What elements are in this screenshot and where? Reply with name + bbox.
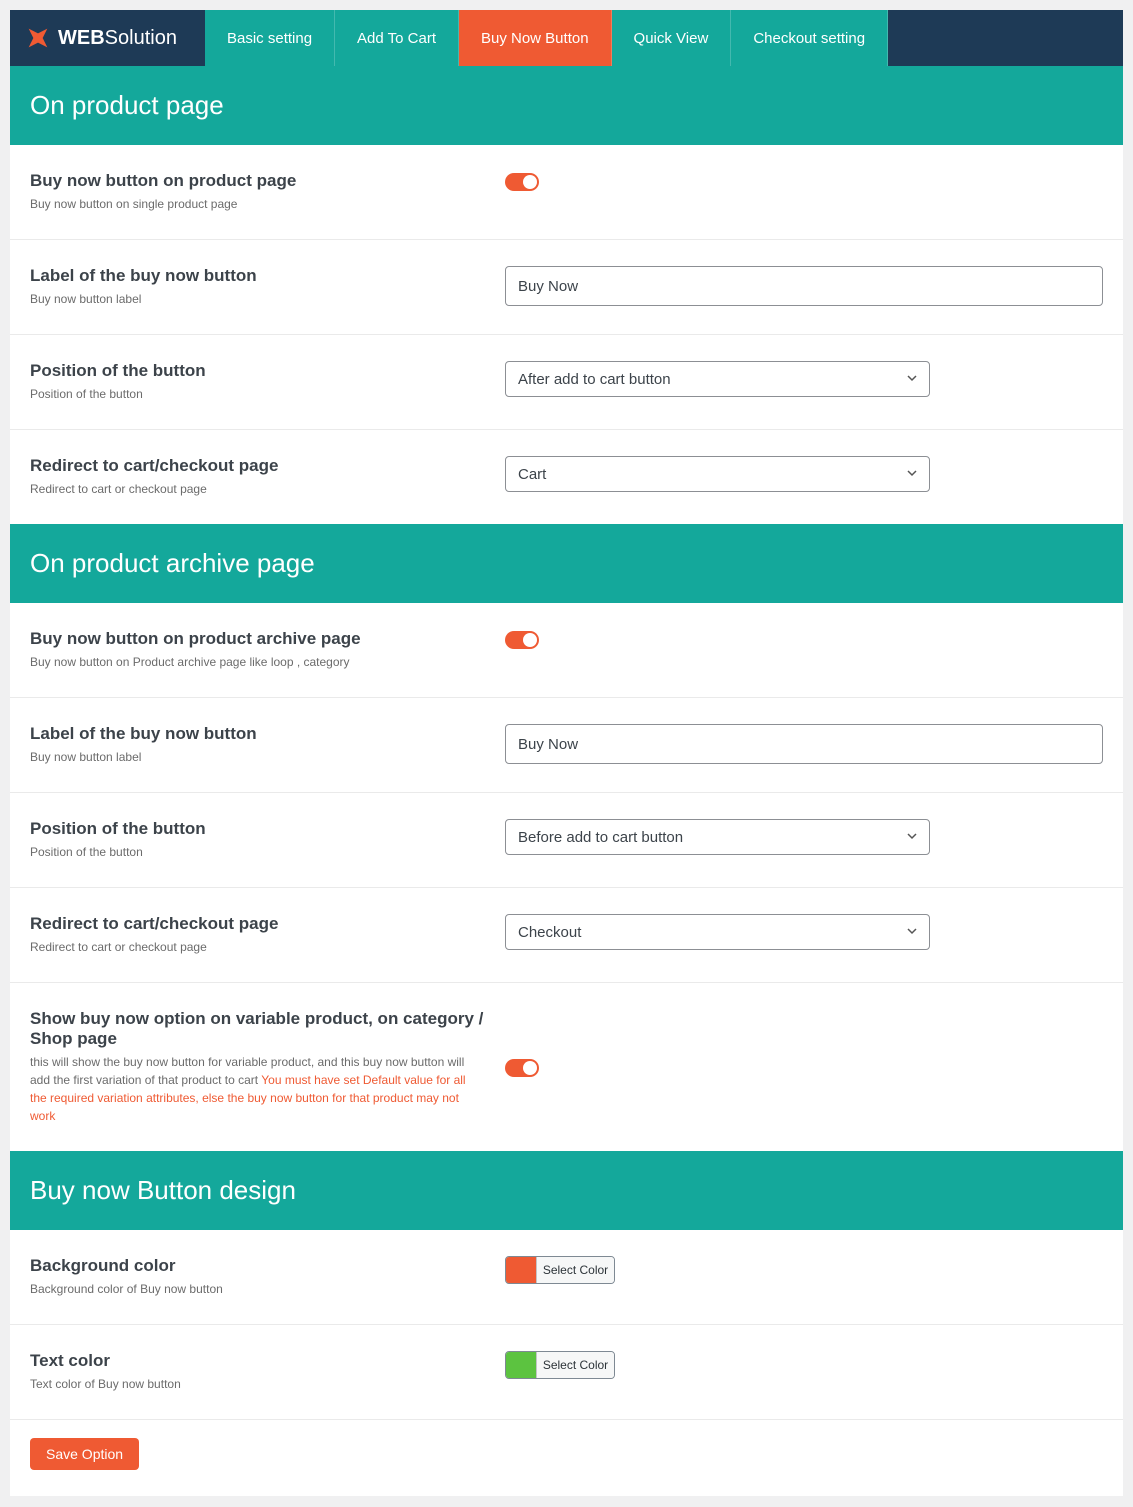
row-label-product-page: Label of the buy now button Buy now butt… (10, 240, 1123, 335)
field-desc: Redirect to cart or checkout page (30, 480, 485, 498)
row-position-archive-page: Position of the button Position of the b… (10, 793, 1123, 888)
field-title: Position of the button (30, 819, 485, 839)
row-position-product-page: Position of the button Position of the b… (10, 335, 1123, 430)
section-header-archive-page: On product archive page (10, 524, 1123, 603)
select-redirect-product-page[interactable]: Cart (505, 456, 930, 492)
toggle-enable-archive-page[interactable] (505, 631, 539, 649)
field-title: Label of the buy now button (30, 724, 485, 744)
field-desc: Buy now button label (30, 290, 485, 308)
tab-buy-now-button[interactable]: Buy Now Button (459, 10, 612, 66)
field-title: Position of the button (30, 361, 485, 381)
field-desc: Buy now button on single product page (30, 195, 485, 213)
field-desc: Position of the button (30, 385, 485, 403)
row-bg-color: Background color Background color of Buy… (10, 1230, 1123, 1325)
color-picker-text[interactable]: Select Color (505, 1351, 615, 1379)
row-enable-product-page: Buy now button on product page Buy now b… (10, 145, 1123, 240)
section-header-design: Buy now Button design (10, 1151, 1123, 1230)
section-product-page: Buy now button on product page Buy now b… (10, 145, 1123, 524)
select-position-archive-page[interactable]: Before add to cart button (505, 819, 930, 855)
toggle-variable-product[interactable] (505, 1059, 539, 1077)
tab-quick-view[interactable]: Quick View (612, 10, 732, 66)
select-redirect-archive-page[interactable]: Checkout (505, 914, 930, 950)
brand-logo: WEBSolution (10, 10, 205, 66)
color-swatch (506, 1257, 536, 1283)
field-title: Buy now button on product page (30, 171, 485, 191)
field-desc: Text color of Buy now button (30, 1375, 485, 1393)
save-row: Save Option (10, 1420, 1123, 1496)
tab-add-to-cart[interactable]: Add To Cart (335, 10, 459, 66)
brand-strong: WEB (58, 27, 105, 49)
field-title: Redirect to cart/checkout page (30, 456, 485, 476)
tab-basic-setting[interactable]: Basic setting (205, 10, 335, 66)
field-title: Label of the buy now button (30, 266, 485, 286)
color-swatch (506, 1352, 536, 1378)
brand-light: Solution (105, 27, 177, 49)
field-title: Show buy now option on variable product,… (30, 1009, 485, 1049)
field-title: Buy now button on product archive page (30, 629, 485, 649)
color-picker-bg[interactable]: Select Color (505, 1256, 615, 1284)
field-desc: Position of the button (30, 843, 485, 861)
row-label-archive-page: Label of the buy now button Buy now butt… (10, 698, 1123, 793)
field-desc: Redirect to cart or checkout page (30, 938, 485, 956)
row-redirect-product-page: Redirect to cart/checkout page Redirect … (10, 430, 1123, 524)
select-color-button: Select Color (536, 1352, 614, 1378)
select-color-button: Select Color (536, 1257, 614, 1283)
field-desc: Buy now button label (30, 748, 485, 766)
select-position-product-page[interactable]: After add to cart button (505, 361, 930, 397)
section-archive-page: Buy now button on product archive page B… (10, 603, 1123, 1151)
field-desc: Buy now button on Product archive page l… (30, 653, 485, 671)
save-button[interactable]: Save Option (30, 1438, 139, 1470)
brand-icon (24, 24, 52, 52)
row-redirect-archive-page: Redirect to cart/checkout page Redirect … (10, 888, 1123, 983)
toggle-enable-product-page[interactable] (505, 173, 539, 191)
row-text-color: Text color Text color of Buy now button … (10, 1325, 1123, 1420)
input-label-product-page[interactable] (505, 266, 1103, 306)
section-design: Background color Background color of Buy… (10, 1230, 1123, 1496)
tab-checkout-setting[interactable]: Checkout setting (731, 10, 888, 66)
field-title: Background color (30, 1256, 485, 1276)
tabs: Basic setting Add To Cart Buy Now Button… (205, 10, 888, 66)
row-enable-archive-page: Buy now button on product archive page B… (10, 603, 1123, 698)
field-desc: Background color of Buy now button (30, 1280, 485, 1298)
input-label-archive-page[interactable] (505, 724, 1103, 764)
top-bar: WEBSolution Basic setting Add To Cart Bu… (10, 10, 1123, 66)
section-header-product-page: On product page (10, 66, 1123, 145)
settings-page: WEBSolution Basic setting Add To Cart Bu… (10, 10, 1123, 1496)
field-desc: this will show the buy now button for va… (30, 1053, 485, 1125)
field-title: Redirect to cart/checkout page (30, 914, 485, 934)
row-variable-product: Show buy now option on variable product,… (10, 983, 1123, 1151)
field-title: Text color (30, 1351, 485, 1371)
